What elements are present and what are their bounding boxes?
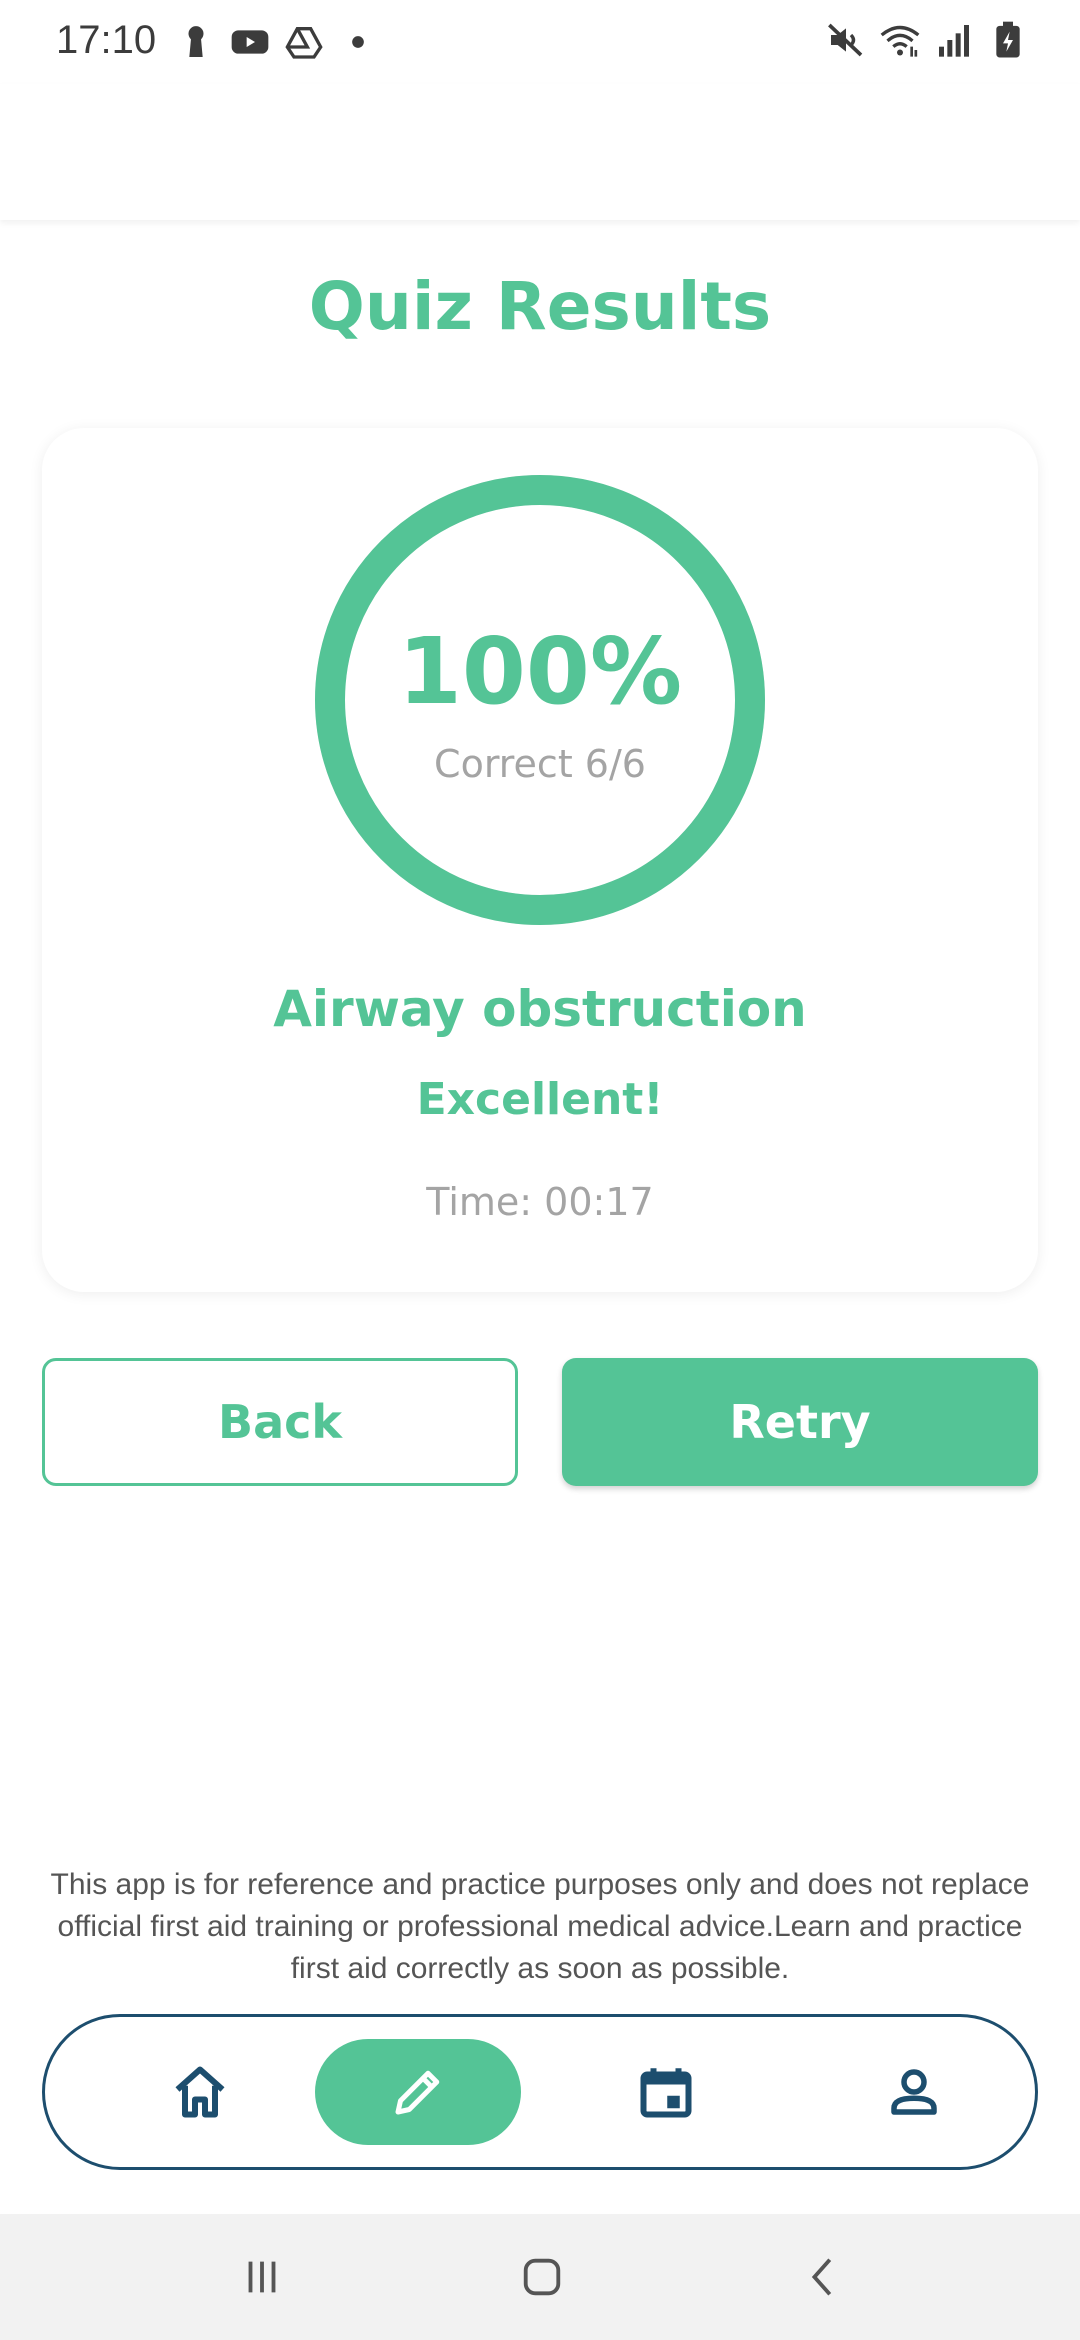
back-arrow-icon: [811, 2258, 832, 2296]
quiz-time: Time: 00:17: [426, 1180, 654, 1224]
score-percent: 100%: [397, 618, 683, 725]
nav-item-quiz[interactable]: [315, 2039, 521, 2145]
keyhole-icon: [188, 26, 204, 57]
status-right-icons: [826, 20, 1028, 60]
result-card: 100% Correct 6/6 Airway obstruction Exce…: [42, 428, 1038, 1292]
status-time: 17:10: [56, 18, 157, 62]
retry-button[interactable]: Retry: [562, 1358, 1038, 1486]
battery-icon: [996, 21, 1020, 58]
calendar-icon: [640, 2068, 692, 2118]
app-header: [0, 84, 1080, 220]
score-rating: Excellent!: [416, 1074, 664, 1125]
dot-icon: [352, 36, 364, 48]
page-title: Quiz Results: [308, 268, 772, 345]
signal-icon: [939, 25, 969, 57]
nav-item-profile[interactable]: [811, 2039, 1017, 2145]
disclaimer-text: This app is for reference and practice p…: [50, 1868, 1030, 1985]
nav-item-home[interactable]: [97, 2039, 303, 2145]
home-button-icon: [523, 2258, 561, 2296]
recent-apps-button[interactable]: [222, 2244, 302, 2310]
bottom-nav: [42, 2014, 1038, 2170]
drive-icon: [285, 27, 323, 59]
home-system-button[interactable]: [502, 2244, 582, 2310]
recent-apps-icon: [248, 2261, 276, 2293]
system-nav-bar: [0, 2214, 1080, 2340]
pencil-icon: [395, 2070, 440, 2115]
back-system-button[interactable]: [784, 2244, 864, 2310]
wifi-icon: [880, 25, 920, 57]
mute-icon: [828, 23, 863, 57]
score-correct-count: Correct 6/6: [434, 742, 646, 786]
home-icon: [175, 2066, 225, 2118]
status-bar: 17:10: [0, 0, 1080, 84]
status-left-icons: [176, 22, 378, 62]
youtube-icon: [231, 30, 269, 54]
quiz-topic: Airway obstruction: [273, 980, 807, 1038]
person-icon: [891, 2069, 937, 2115]
back-button[interactable]: Back: [42, 1358, 518, 1486]
nav-item-calendar[interactable]: [563, 2039, 769, 2145]
